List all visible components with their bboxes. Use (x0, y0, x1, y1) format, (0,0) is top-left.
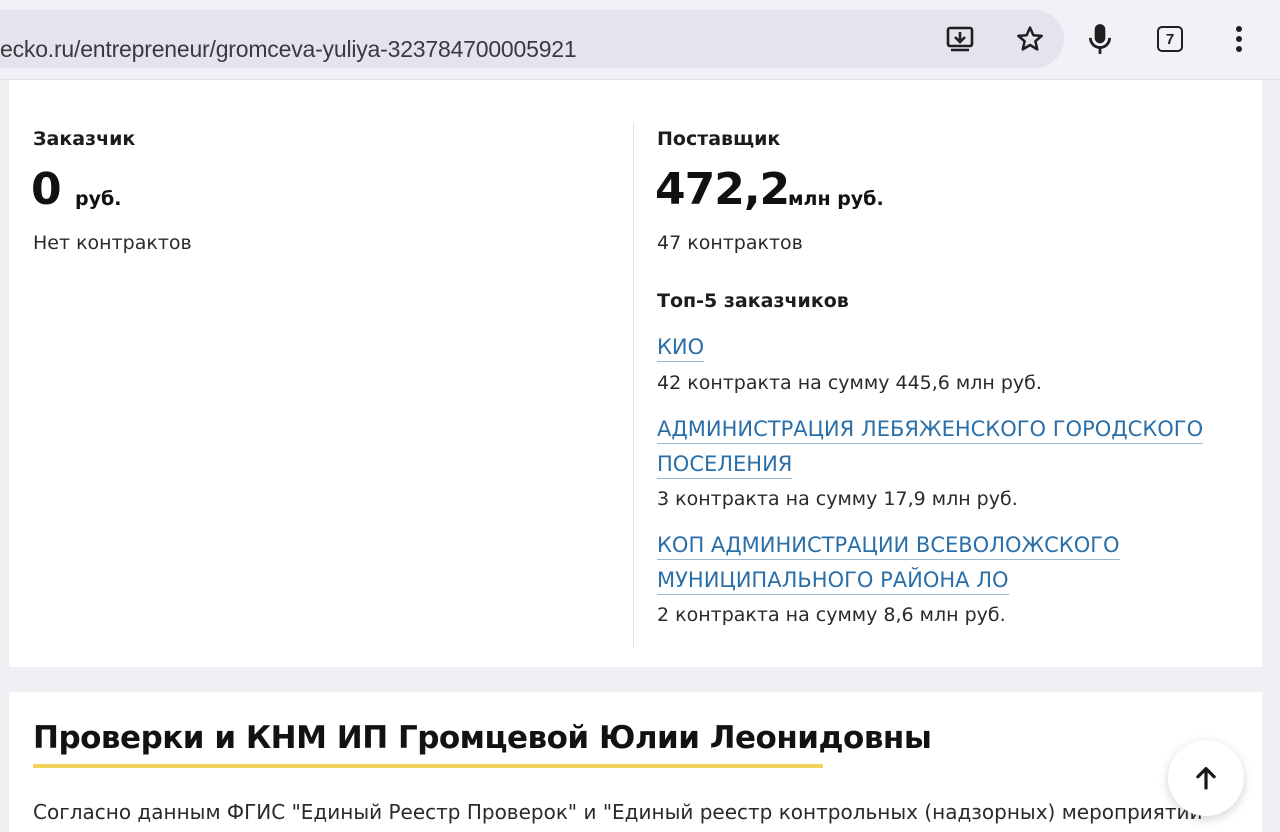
top-customer-link-3[interactable]: КОП АДМИНИСТРАЦИИ ВСЕВОЛОЖСКОГО (657, 532, 1120, 560)
top-customer-link-1[interactable]: КИО (657, 334, 705, 362)
tab-count-label: 7 (1165, 30, 1175, 48)
download-icon[interactable] (944, 22, 976, 56)
supplier-summary: 47 контрактов (657, 232, 803, 254)
customer-summary: Нет контрактов (33, 232, 192, 254)
top-customers-title: Топ-5 заказчиков (657, 290, 849, 312)
customer-unit: руб. (75, 188, 122, 210)
inspections-card: Проверки и КНМ ИП Громцевой Юлии Леонидо… (9, 692, 1262, 832)
more-vert-icon[interactable] (1223, 22, 1255, 56)
customer-label: Заказчик (33, 128, 136, 150)
section-title: Проверки и КНМ ИП Громцевой Юлии Леонидо… (33, 720, 932, 756)
contracts-card: Заказчик 0 руб. Нет контрактов Поставщик… (9, 80, 1262, 667)
supplier-label: Поставщик (657, 128, 781, 150)
url-text[interactable]: ecko.ru/entrepreneur/gromceva-yuliya-323… (0, 36, 577, 63)
inspections-intro: Согласно данным ФГИС "Единый Реестр Пров… (33, 800, 1212, 824)
customer-amount: 0 (31, 164, 62, 215)
supplier-amount: 472,2 (655, 164, 790, 215)
top-customer-detail-3: 2 контракта на сумму 8,6 млн руб. (657, 604, 1006, 626)
column-divider (633, 122, 634, 648)
top-customer-link-2-line-2[interactable]: ПОСЕЛЕНИЯ (657, 451, 793, 479)
top-customer-detail-2: 3 контракта на сумму 17,9 млн руб. (657, 488, 1018, 510)
arrow-up-icon (1196, 767, 1216, 790)
top-customer-detail-1: 42 контракта на сумму 445,6 млн руб. (657, 372, 1042, 394)
browser-toolbar: ecko.ru/entrepreneur/gromceva-yuliya-323… (0, 0, 1280, 80)
address-bar[interactable]: ecko.ru/entrepreneur/gromceva-yuliya-323… (0, 10, 1064, 68)
top-customer-link-2[interactable]: АДМИНИСТРАЦИЯ ЛЕБЯЖЕНСКОГО ГОРОДСКОГО (657, 416, 1204, 444)
supplier-unit: млн руб. (788, 188, 884, 210)
top-customer-link-3-line-2[interactable]: МУНИЦИПАЛЬНОГО РАЙОНА ЛО (657, 567, 1009, 595)
tabs-icon[interactable]: 7 (1157, 26, 1183, 52)
mic-icon[interactable] (1084, 22, 1116, 56)
star-icon[interactable] (1014, 22, 1046, 56)
scroll-top-button[interactable] (1168, 740, 1244, 816)
title-underline (33, 764, 823, 768)
